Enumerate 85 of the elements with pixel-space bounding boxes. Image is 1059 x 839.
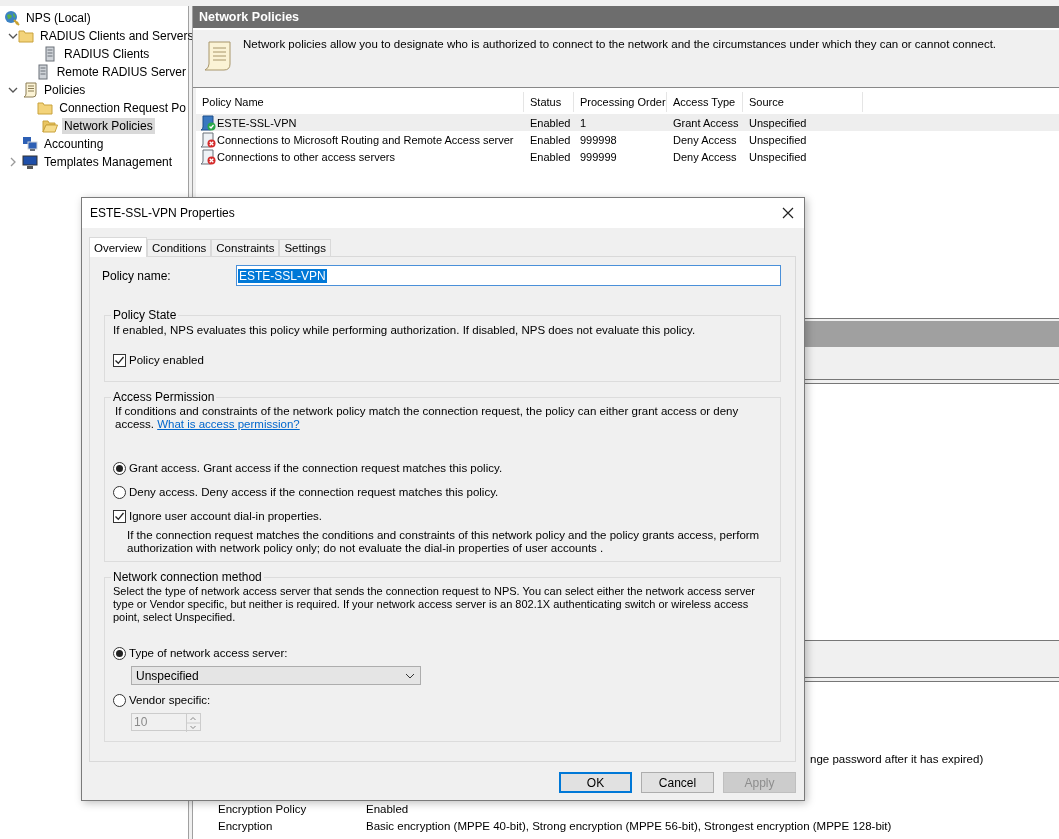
dialog-title: ESTE-SSL-VPN Properties — [90, 206, 235, 220]
detail-value: Basic encryption (MPPE 40-bit), Strong encryption (MPPE 56-bit), Strongest encryption (MPPE 128-bit) — [366, 819, 892, 832]
tree-item[interactable]: Remote RADIUS Server — [54, 64, 188, 80]
detail-label: Encryption Policy — [218, 802, 308, 815]
table-cell: Unspecified — [749, 133, 807, 146]
tab[interactable]: Overview — [89, 237, 147, 257]
policy-denied-icon — [200, 148, 216, 165]
chevron-down-icon — [405, 672, 415, 679]
dialog-button[interactable]: OK — [559, 772, 632, 793]
column-header[interactable]: Status — [524, 92, 574, 112]
description-text: Select the type of network access server that sends the connection request to NPS. You can select either the network access server type or Vendor specific, but neither is required. If your network access server is an 802.1X authenticating switch or wireless access point, select Unspecified. — [113, 585, 756, 624]
table-cell: 999998 — [580, 133, 617, 146]
group-title: Network connection method — [112, 570, 263, 584]
column-header[interactable]: Policy Name — [196, 92, 524, 112]
detail-value: nge password after it has expired) — [810, 752, 984, 765]
policy-denied-icon — [200, 131, 216, 148]
radio-label: Grant access. Grant access if the connection request matches this policy. — [129, 462, 503, 474]
computers-icon — [22, 136, 38, 152]
tree-item[interactable]: Policies — [42, 82, 88, 98]
tab[interactable]: Settings — [279, 239, 331, 256]
detail-label: Encryption — [218, 819, 274, 832]
checkbox[interactable] — [113, 509, 126, 523]
table-cell: Unspecified — [749, 150, 807, 163]
group-title: Policy State — [112, 308, 178, 322]
column-header[interactable]: Source — [743, 92, 863, 112]
description-text: If conditions and constraints of the network policy match the connection request, the policy can either grant access or deny access. What is access permission? — [114, 405, 740, 431]
checkbox[interactable] — [113, 353, 126, 367]
scroll-icon — [22, 82, 38, 98]
table-cell: ESTE-SSL-VPN — [217, 116, 297, 129]
help-link[interactable]: What is access permission? — [157, 418, 300, 430]
tab[interactable]: Conditions — [146, 239, 212, 256]
radio-label: Deny access. Deny access if the connection request matches this policy. — [129, 486, 499, 498]
group-title: Access Permission — [112, 390, 216, 404]
table-cell: 999999 — [580, 150, 617, 163]
monitor-icon — [22, 154, 38, 170]
table-cell: 1 — [580, 116, 587, 129]
radio-button[interactable] — [113, 485, 126, 499]
tree-item[interactable]: RADIUS Clients — [62, 46, 152, 62]
tree-item[interactable]: RADIUS Clients and Servers — [38, 28, 196, 44]
description-text: Network policies allow you to designate who is authorized to connect to the network and the circumstances under which they can or cannot connect. — [243, 38, 997, 50]
table-cell: Unspecified — [749, 116, 807, 129]
table-cell: Deny Access — [673, 133, 737, 146]
column-header[interactable]: Processing Order — [574, 92, 667, 112]
radio-button[interactable] — [113, 646, 126, 660]
policy-row[interactable]: Connections to Microsoft Routing and Remote Access server Enabled 999998 Deny Access Unspecified — [196, 131, 1059, 148]
tree-item[interactable]: Templates Management — [42, 154, 175, 170]
policy-row[interactable]: Connections to other access servers Enabled 999999 Deny Access Unspecified — [196, 148, 1059, 165]
folder-icon — [37, 100, 54, 116]
table-cell: Enabled — [530, 150, 571, 163]
tree-item[interactable]: Accounting — [42, 136, 106, 152]
folder-icon — [18, 28, 34, 44]
server-icon — [42, 46, 58, 62]
table-cell: Connections to Microsoft Routing and Remote Access server — [217, 133, 514, 146]
server-type-dropdown[interactable]: Unspecified — [131, 666, 421, 685]
chevron-down-icon[interactable] — [8, 85, 18, 95]
pane-title-bar: Network Policies — [193, 6, 1059, 28]
description-text: If enabled, NPS evaluates this policy while performing authorization. If disabled, NPS does not evaluate this policy. — [113, 324, 697, 337]
description-text: If the connection request matches the conditions and constraints of this network policy and the policy grants access, perform authorization with network policy only; do not evaluate the dial-in properties of user accounts . — [126, 529, 761, 555]
checkbox-label: Policy enabled — [129, 354, 204, 366]
tree-item[interactable]: Connection Request Po — [57, 100, 188, 116]
radio-label: Vendor specific: — [129, 694, 211, 706]
table-cell: Deny Access — [673, 150, 737, 163]
dialog-button[interactable]: Cancel — [641, 772, 714, 793]
radio-label: Type of network access server: — [129, 647, 288, 659]
table-cell: Enabled — [530, 116, 571, 129]
chevron-right-icon[interactable] — [8, 157, 18, 167]
policy-row[interactable]: ESTE-SSL-VPN Enabled 1 Grant Access Unspecified — [196, 114, 1059, 131]
policy-granted-icon — [200, 114, 216, 131]
globe-icon — [4, 10, 20, 26]
field-label: Policy name: — [102, 268, 172, 283]
close-icon[interactable] — [782, 207, 794, 219]
tree-item[interactable]: Network Policies — [62, 118, 155, 134]
folder-icon — [42, 118, 58, 134]
detail-value: Enabled — [366, 802, 409, 815]
policy-name-field[interactable]: ESTE-SSL-VPN — [236, 265, 781, 286]
table-cell: Grant Access — [673, 116, 739, 129]
tab[interactable]: Constraints — [211, 239, 280, 256]
table-cell: Enabled — [530, 133, 571, 146]
column-header[interactable]: Access Type — [667, 92, 743, 112]
checkbox-label: Ignore user account dial-in properties. — [129, 510, 323, 522]
scroll-icon — [203, 40, 233, 72]
chevron-down-icon[interactable] — [8, 31, 18, 41]
tree-item[interactable]: NPS (Local) — [24, 10, 93, 26]
table-cell: Connections to other access servers — [217, 150, 395, 163]
radio-button[interactable] — [113, 461, 126, 475]
